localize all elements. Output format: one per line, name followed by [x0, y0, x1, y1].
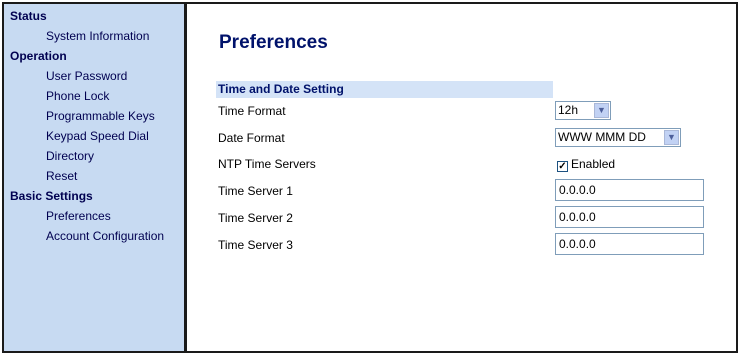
time-server-2-input[interactable]: 0.0.0.0 — [555, 206, 704, 228]
main-content: Preferences Time and Date Setting Time F… — [187, 4, 736, 351]
sidebar-item-reset[interactable]: Reset — [46, 169, 77, 183]
page-frame: Status System Information Operation User… — [2, 2, 738, 353]
sidebar-item-keypad-speed-dial[interactable]: Keypad Speed Dial — [46, 129, 149, 143]
nav-heading-status[interactable]: Status — [10, 9, 47, 23]
date-format-label: Date Format — [218, 131, 285, 145]
time-server-1-label: Time Server 1 — [218, 184, 293, 198]
ntp-label: NTP Time Servers — [218, 157, 316, 171]
sidebar-item-system-information[interactable]: System Information — [46, 29, 149, 43]
sidebar-item-phone-lock[interactable]: Phone Lock — [46, 89, 109, 103]
section-header: Time and Date Setting — [216, 81, 553, 98]
sidebar: Status System Information Operation User… — [4, 4, 187, 351]
chevron-down-icon[interactable]: ▼ — [664, 130, 679, 145]
sidebar-item-directory[interactable]: Directory — [46, 149, 94, 163]
page-title: Preferences — [219, 32, 328, 53]
time-format-label: Time Format — [218, 104, 286, 118]
ntp-enabled-checkbox[interactable]: ✓ Enabled — [557, 157, 615, 172]
ntp-enabled-label: Enabled — [571, 157, 616, 171]
time-server-2-label: Time Server 2 — [218, 211, 293, 225]
time-format-value: 12h — [558, 103, 579, 117]
time-server-1-input[interactable]: 0.0.0.0 — [555, 179, 704, 201]
time-server-3-input[interactable]: 0.0.0.0 — [555, 233, 704, 255]
date-format-select[interactable]: WWW MMM DD ▼ — [555, 128, 681, 147]
sidebar-item-preferences[interactable]: Preferences — [46, 209, 111, 223]
date-format-value: WWW MMM DD — [558, 130, 646, 144]
nav-heading-operation[interactable]: Operation — [10, 49, 67, 63]
sidebar-item-user-password[interactable]: User Password — [46, 69, 127, 83]
sidebar-item-account-configuration[interactable]: Account Configuration — [46, 229, 164, 243]
nav-heading-basic-settings[interactable]: Basic Settings — [10, 189, 93, 203]
time-format-select[interactable]: 12h ▼ — [555, 101, 611, 120]
checkmark-icon[interactable]: ✓ — [557, 161, 568, 172]
time-server-3-label: Time Server 3 — [218, 238, 293, 252]
chevron-down-icon[interactable]: ▼ — [594, 103, 609, 118]
sidebar-item-programmable-keys[interactable]: Programmable Keys — [46, 109, 155, 123]
